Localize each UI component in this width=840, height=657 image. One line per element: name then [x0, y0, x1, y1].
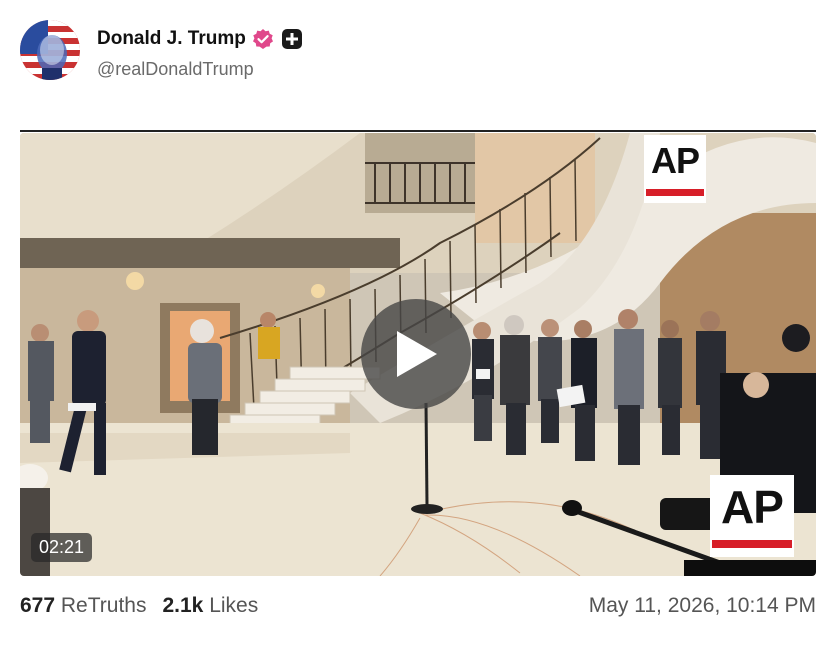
- ap-watermark: AP: [710, 475, 794, 557]
- retruths-count: 677: [20, 594, 56, 617]
- ap-watermark-bar: [712, 540, 792, 548]
- likes-label: Likes: [209, 594, 259, 617]
- post-timestamp[interactable]: May 11, 2026, 10:14 PM: [589, 594, 816, 618]
- author-name-row: Donald J. Trump: [97, 26, 302, 52]
- post-stats: 677 ReTruths 2.1k Likes: [20, 594, 258, 618]
- verified-badge-icon: [252, 28, 274, 50]
- retruths-label: ReTruths: [60, 594, 147, 617]
- avatar[interactable]: [20, 20, 80, 80]
- divider: [20, 130, 816, 132]
- ap-watermark: AP: [644, 135, 706, 203]
- author-handle[interactable]: @realDonaldTrump: [97, 59, 254, 80]
- likes-count: 2.1k: [162, 594, 204, 617]
- likes-stat[interactable]: 2.1k Likes: [162, 594, 258, 618]
- ap-watermark-text: AP: [650, 139, 700, 181]
- retruths-stat[interactable]: 677 ReTruths: [20, 594, 146, 618]
- play-button[interactable]: [361, 299, 471, 409]
- ap-watermark-text: AP: [721, 481, 784, 533]
- flag-portrait-avatar: [20, 20, 80, 80]
- play-icon: [397, 331, 437, 377]
- video-player[interactable]: AP AP 02:21: [20, 133, 816, 576]
- plus-badge-icon: [281, 29, 302, 49]
- ap-watermark-bar: [646, 188, 704, 196]
- video-duration: 02:21: [31, 533, 93, 562]
- display-name[interactable]: Donald J. Trump: [97, 28, 246, 50]
